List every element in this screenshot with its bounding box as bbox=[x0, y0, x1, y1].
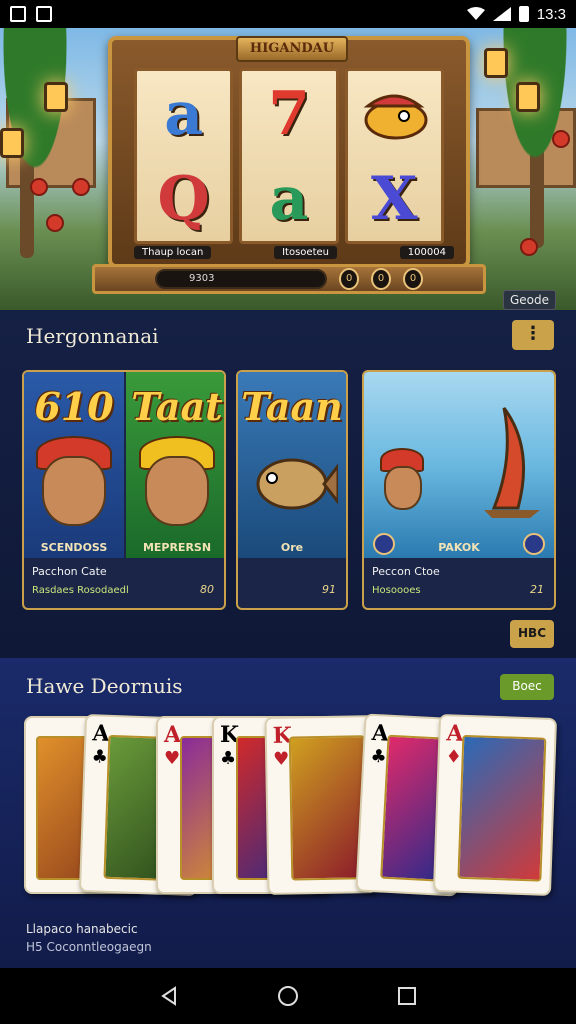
game-card-art: 610 bbox=[24, 372, 124, 558]
card-suit: ♣ bbox=[369, 745, 388, 768]
fruit-icon bbox=[72, 178, 90, 196]
reel-label: 100004 bbox=[399, 246, 454, 259]
cards-section-button[interactable]: Boec bbox=[500, 674, 554, 700]
game-card-count: 80 bbox=[200, 583, 214, 596]
fruit-icon bbox=[520, 238, 538, 256]
system-nav-bar bbox=[0, 968, 576, 1024]
fish-icon bbox=[256, 458, 338, 510]
slot-machine[interactable]: HIGANDAU a Q 7 a X Thaup locan Itosoeteu bbox=[108, 36, 470, 268]
card-rank: A bbox=[164, 722, 182, 748]
signal-icon bbox=[492, 7, 511, 21]
game-card-art: Taat bbox=[126, 372, 224, 558]
app-notification-icon bbox=[10, 6, 26, 22]
download-notification-icon bbox=[36, 6, 52, 22]
game-card-art-title: Taan bbox=[241, 384, 343, 429]
card-suit: ♦ bbox=[445, 746, 463, 768]
game-card-caption: PAKOK bbox=[438, 541, 480, 554]
game-card-art-title: Taat bbox=[131, 384, 223, 429]
game-card-caption: SCENDOSS bbox=[40, 541, 108, 554]
card-suit: ♣ bbox=[91, 746, 109, 768]
featured-section: Hergonnanai ⋮ 610 Taat SCENDOSS MEPRERSN… bbox=[0, 310, 576, 658]
cards-footer-title: Llapaco hanabecic bbox=[26, 922, 138, 936]
game-card-caption: Ore bbox=[280, 541, 304, 554]
card-suit: ♥ bbox=[273, 748, 290, 770]
reel-symbol: X bbox=[371, 163, 418, 234]
back-icon[interactable] bbox=[157, 984, 181, 1008]
sail-boat-icon bbox=[484, 407, 540, 518]
spin-control-button[interactable]: 0 bbox=[339, 268, 360, 290]
recents-icon[interactable] bbox=[395, 984, 419, 1008]
wifi-icon bbox=[466, 7, 485, 20]
cards-section: Hawe Deornuis Boec A ♣ A ♥ K ♣ K ♥ A ♣ A… bbox=[0, 658, 576, 968]
status-bar: 13:3 bbox=[0, 0, 576, 28]
fruit-icon bbox=[46, 214, 64, 232]
game-card[interactable]: 610 Taat SCENDOSS MEPRERSN Pacchon Cate … bbox=[22, 370, 226, 610]
game-card-caption: MEPRERSN bbox=[142, 541, 212, 554]
slot-reels: a Q 7 a X bbox=[134, 68, 444, 244]
game-card[interactable]: Taan Ore 91 bbox=[236, 370, 348, 610]
playing-card[interactable]: A ♦ bbox=[432, 713, 558, 897]
reel-symbol: 7 bbox=[268, 78, 310, 149]
credit-display: 9303 bbox=[155, 269, 328, 289]
card-artwork bbox=[288, 735, 368, 881]
featured-more-button[interactable]: HBC bbox=[510, 620, 554, 648]
reel-symbol: a bbox=[269, 163, 309, 234]
lantern-icon bbox=[44, 82, 68, 112]
featured-title: Hergonnanai bbox=[26, 324, 159, 348]
game-card-name: Pacchon Cate bbox=[32, 565, 107, 578]
reel-symbol: Q bbox=[157, 163, 210, 234]
reel-label: Thaup locan bbox=[134, 246, 212, 259]
game-card[interactable]: PAKOK Peccon Ctoe Hosoooes 21 bbox=[362, 370, 556, 610]
card-artwork bbox=[457, 734, 547, 882]
fruit-icon bbox=[30, 178, 48, 196]
reel: X bbox=[344, 68, 444, 244]
fruit-icon bbox=[552, 130, 570, 148]
game-card-art-title: 610 bbox=[34, 384, 114, 429]
cards-section-title: Hawe Deornuis bbox=[26, 674, 183, 698]
game-card-subtitle: Hosoooes bbox=[372, 585, 421, 596]
clock: 13:3 bbox=[536, 5, 566, 23]
game-card-art bbox=[364, 372, 554, 558]
hero-banner[interactable]: HIGANDAU a Q 7 a X Thaup locan Itosoeteu bbox=[0, 28, 576, 310]
featured-menu-button[interactable]: ⋮ bbox=[512, 320, 554, 350]
lantern-icon bbox=[0, 128, 24, 158]
reel-label: Itosoeteu bbox=[274, 246, 337, 259]
hero-corner-button[interactable]: Geode bbox=[502, 290, 556, 310]
slot-machine-base: 9303 0 0 0 bbox=[92, 264, 486, 294]
reel: a Q bbox=[134, 68, 234, 244]
game-card-art: Taan bbox=[238, 372, 346, 558]
game-card-subtitle: Rasdaes Rosodaedl bbox=[32, 585, 129, 596]
card-suit: ♥ bbox=[164, 748, 181, 769]
spin-control-button[interactable]: 0 bbox=[371, 268, 392, 290]
slot-machine-title: HIGANDAU bbox=[236, 36, 348, 62]
reel: 7 a bbox=[239, 68, 339, 244]
reel-symbol: a bbox=[164, 78, 204, 149]
character-portrait bbox=[384, 466, 422, 510]
card-suit: ♣ bbox=[220, 748, 237, 769]
game-card-count: 91 bbox=[322, 583, 336, 596]
reel-labels: Thaup locan Itosoeteu 100004 bbox=[134, 246, 454, 259]
lantern-icon bbox=[484, 48, 508, 78]
battery-icon bbox=[518, 6, 529, 22]
character-portrait bbox=[42, 456, 106, 526]
lantern-icon bbox=[516, 82, 540, 112]
fish-mask-icon bbox=[363, 94, 428, 139]
spin-control-button[interactable]: 0 bbox=[403, 268, 423, 290]
cards-footer-subtitle: H5 Coconntleogaegn bbox=[26, 940, 152, 954]
game-card-count: 21 bbox=[530, 583, 544, 596]
home-icon[interactable] bbox=[276, 984, 300, 1008]
character-portrait bbox=[145, 456, 209, 526]
game-card-name: Peccon Ctoe bbox=[372, 565, 440, 578]
